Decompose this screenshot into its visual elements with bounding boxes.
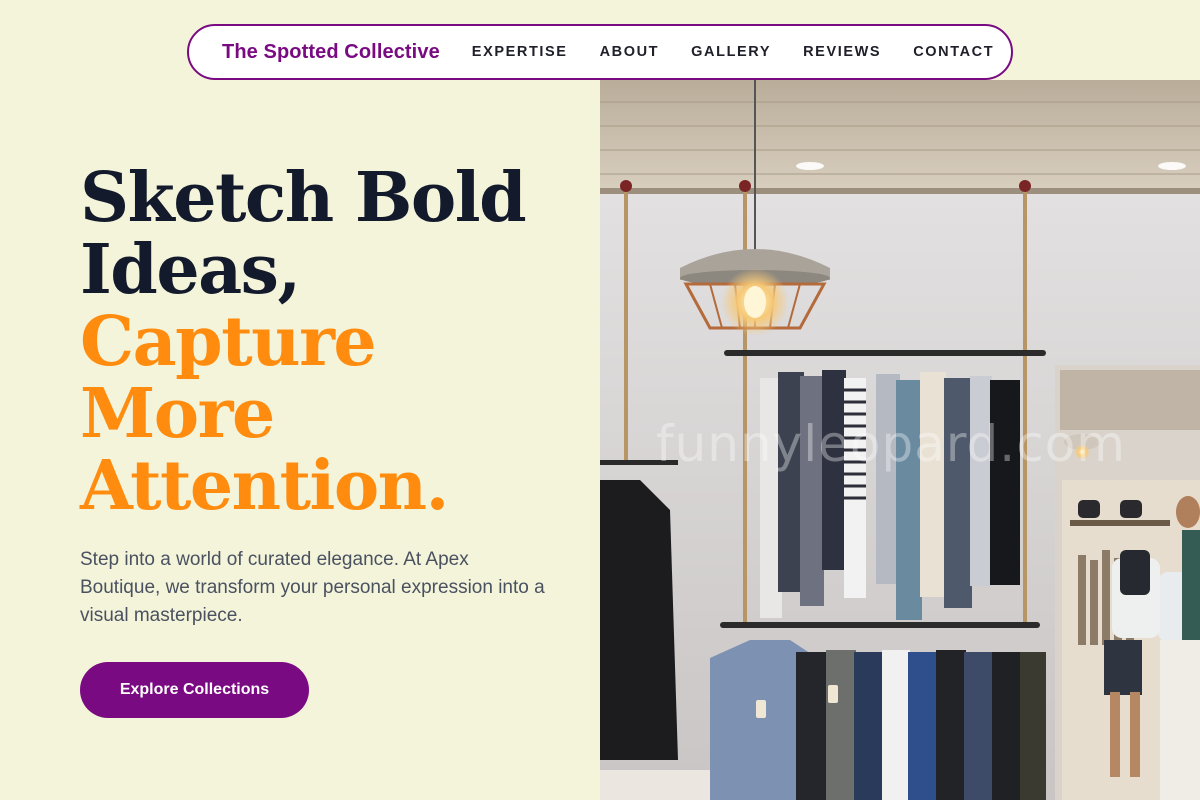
- hero-description: Step into a world of curated elegance. A…: [80, 549, 545, 626]
- nav-link-gallery[interactable]: GALLERY: [691, 44, 771, 60]
- nav-link-about[interactable]: ABOUT: [600, 44, 660, 60]
- headline-accent-line: Attention.: [80, 446, 449, 526]
- boutique-illustration: [600, 80, 1200, 800]
- explore-collections-button[interactable]: Explore Collections: [80, 662, 309, 718]
- hero-section: Sketch Bold Ideas, Capture More Attentio…: [80, 162, 560, 522]
- brand-logo-text[interactable]: The Spotted Collective: [222, 41, 440, 64]
- headline-line: Ideas,: [80, 230, 301, 310]
- nav-link-expertise[interactable]: EXPERTISE: [472, 44, 568, 60]
- nav-link-reviews[interactable]: REVIEWS: [803, 44, 881, 60]
- headline-accent-line: Capture: [80, 302, 377, 382]
- nav-links: EXPERTISE ABOUT GALLERY REVIEWS CONTACT: [440, 44, 994, 60]
- boutique-hero-image: funnyleopard.com: [600, 80, 1200, 800]
- headline-line: Sketch Bold: [80, 158, 527, 238]
- hero-headline: Sketch Bold Ideas, Capture More Attentio…: [80, 162, 560, 522]
- top-navigation: The Spotted Collective EXPERTISE ABOUT G…: [187, 24, 1013, 80]
- headline-accent-line: More: [80, 374, 275, 454]
- nav-link-contact[interactable]: CONTACT: [913, 44, 994, 60]
